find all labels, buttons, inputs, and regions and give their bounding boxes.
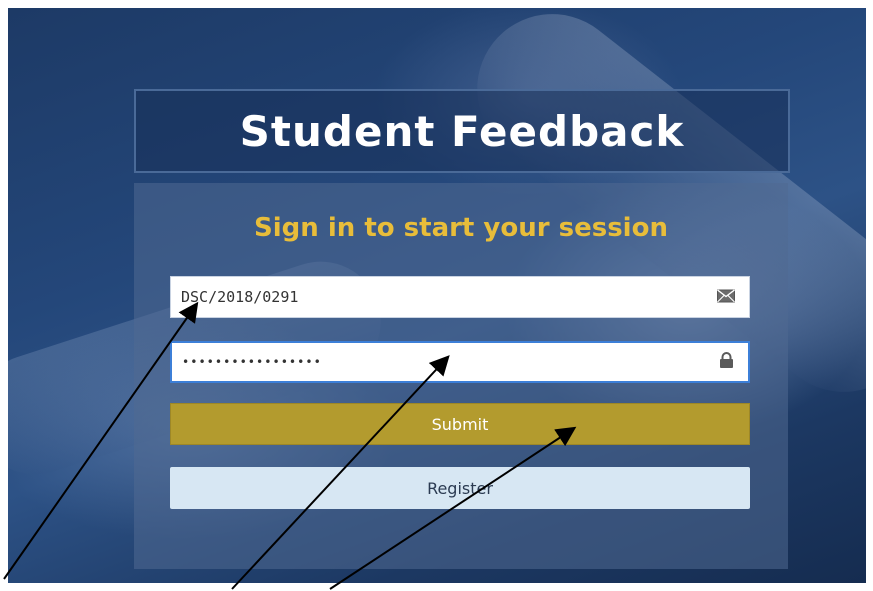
- username-input[interactable]: [181, 277, 691, 317]
- login-subtitle: Sign in to start your session: [254, 213, 668, 243]
- submit-button[interactable]: Submit: [170, 403, 750, 445]
- password-input[interactable]: [182, 343, 692, 381]
- login-panel: Sign in to start your session Submit: [134, 183, 788, 569]
- envelope-icon: [717, 288, 735, 307]
- background-image: Student Feedback Sign in to start your s…: [8, 8, 866, 583]
- username-field[interactable]: [170, 276, 750, 318]
- lock-icon: [719, 352, 734, 372]
- password-field[interactable]: [170, 341, 750, 383]
- register-button[interactable]: Register: [170, 467, 750, 509]
- page-title: Student Feedback: [239, 106, 685, 156]
- title-box: Student Feedback: [134, 89, 790, 173]
